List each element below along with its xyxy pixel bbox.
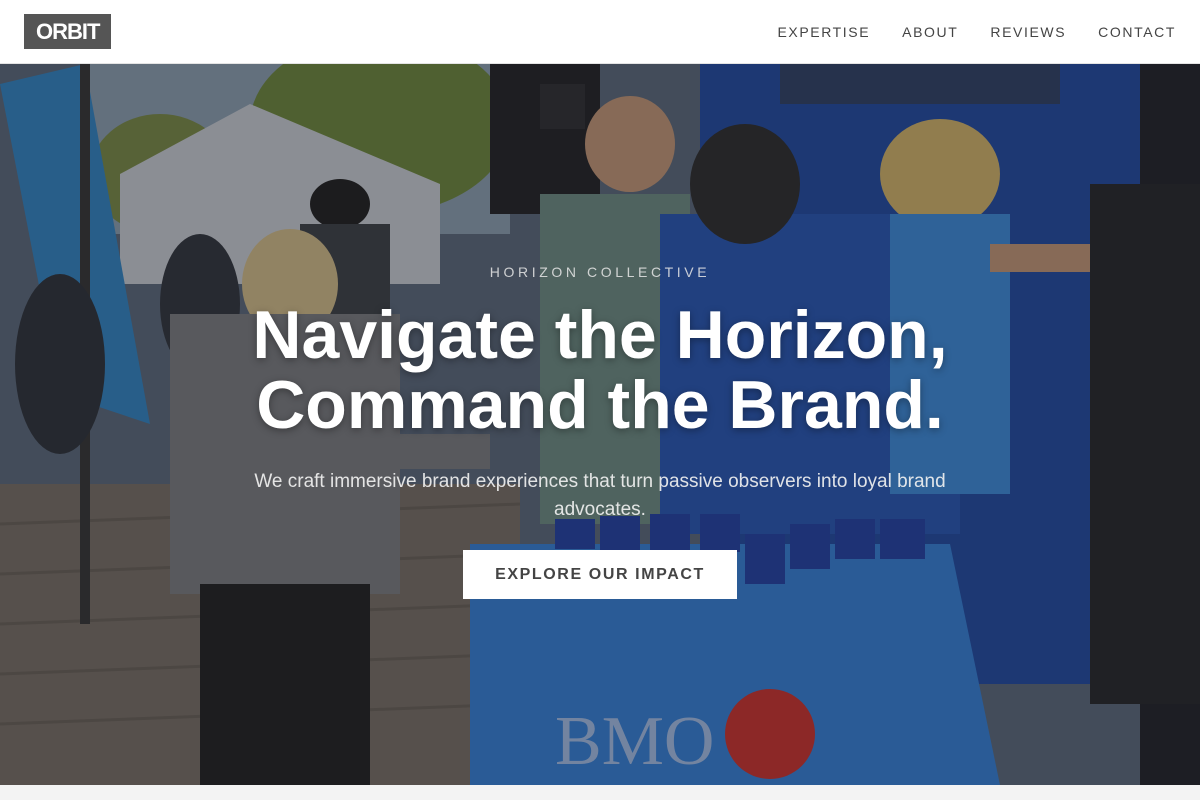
main-nav: EXPERTISE ABOUT REVIEWS CONTACT — [777, 24, 1176, 40]
hero-headline-line-2: Command the Brand. — [256, 367, 944, 443]
hero-headline: Navigate the Horizon, Command the Brand. — [0, 300, 1200, 440]
hero-headline-line-1: Navigate the Horizon, — [252, 297, 948, 373]
nav-link-reviews[interactable]: REVIEWS — [990, 24, 1066, 40]
hero-eyebrow: HORIZON COLLECTIVE — [489, 264, 711, 280]
nav-link-expertise[interactable]: EXPERTISE — [777, 24, 870, 40]
top-navbar: ORBIT EXPERTISE ABOUT REVIEWS CONTACT — [0, 0, 1200, 64]
page-bottom-strip — [0, 785, 1200, 800]
hero-subtext: We craft immersive brand experiences tha… — [254, 471, 946, 520]
hero-section: BMO HORIZON COLLECTIVE Navigate the Hori… — [0, 64, 1200, 785]
nav-link-about[interactable]: ABOUT — [902, 24, 958, 40]
explore-impact-button[interactable]: EXPLORE OUR IMPACT — [463, 550, 737, 599]
brand-logo[interactable]: ORBIT — [24, 14, 112, 49]
hero-content: HORIZON COLLECTIVE Navigate the Horizon,… — [0, 64, 1200, 785]
nav-link-contact[interactable]: CONTACT — [1098, 24, 1176, 40]
